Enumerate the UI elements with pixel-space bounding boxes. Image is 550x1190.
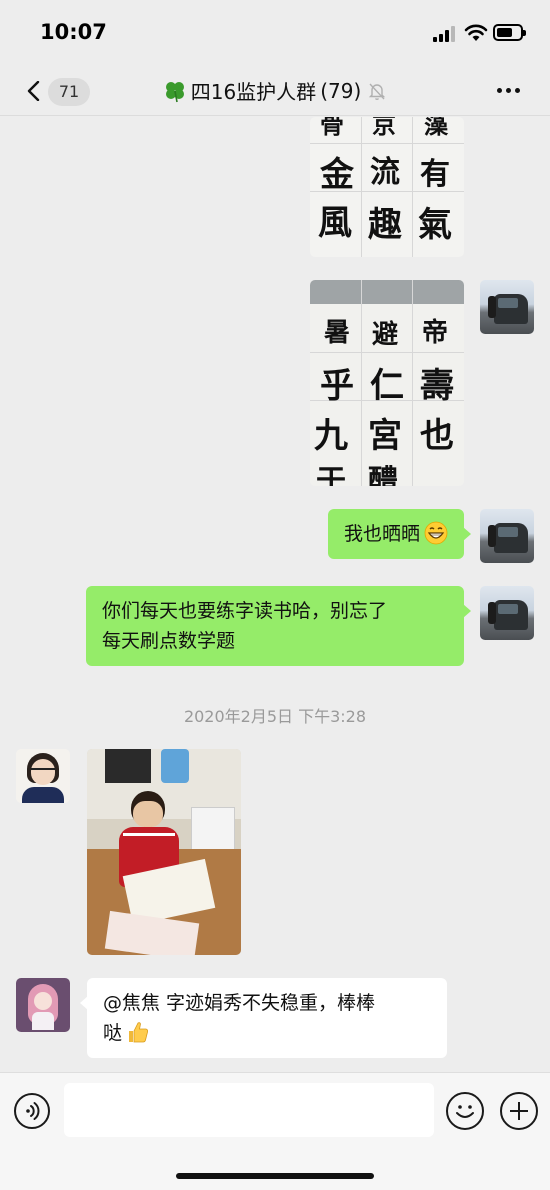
chat-title[interactable]: 四16监护人群 (79) [0, 76, 550, 105]
home-indicator[interactable] [176, 1173, 374, 1179]
calligraphy-char: 醴 [368, 464, 398, 486]
more-dot-icon [505, 87, 511, 93]
my-avatar[interactable] [480, 509, 534, 563]
calligraphy-char: 宮 [368, 416, 402, 456]
calligraphy-char: 乎 [320, 366, 354, 406]
text-message-bubble[interactable]: 我也晒晒 [327, 509, 472, 559]
battery-icon [493, 24, 526, 41]
sender-avatar-member[interactable] [16, 978, 70, 1032]
text-message-bubble[interactable]: @焦焦 字迹娟秀不失稳重，棒棒 哒 [80, 978, 447, 1058]
calligraphy-char: 于 [316, 464, 346, 486]
image-message-child-writing[interactable] [87, 749, 241, 955]
message-timestamp: 2020年2月5日 下午3:28 [183, 707, 367, 726]
nav-bar: 71 四16监护人群 (79) [0, 64, 550, 116]
input-bar [0, 1072, 550, 1190]
image-message-calligraphy-2[interactable]: 暑 避 帝 乎 仁 壽 九 宮 也 于 醴 [310, 280, 464, 486]
grinning-face-emoji-icon [424, 521, 448, 545]
calligraphy-char: 藻 [424, 117, 448, 139]
more-dot-icon [514, 87, 520, 93]
emoji-picker-button[interactable] [446, 1092, 484, 1130]
calligraphy-char: 避 [372, 320, 399, 350]
calligraphy-char: 九 [314, 416, 348, 456]
my-avatar[interactable] [480, 280, 534, 334]
status-time: 10:07 [40, 20, 107, 44]
member-count: (79) [320, 78, 362, 103]
message-text-line: 哒 [103, 1022, 123, 1044]
message-text: 我也晒晒 [343, 523, 420, 545]
photo-background [310, 280, 464, 304]
more-functions-button[interactable] [500, 1092, 538, 1130]
chat-message-list[interactable]: 骨 京 藻 金 流 有 風 趣 氣 暑 避 帝 乎 仁 壽 九 宮 也 于 醴 … [0, 117, 550, 1072]
message-text-line: 每天刷点数学题 [102, 630, 236, 652]
more-dot-icon [496, 87, 502, 93]
calligraphy-char: 也 [420, 416, 454, 456]
calligraphy-char: 壽 [420, 366, 454, 406]
calligraphy-char: 仁 [370, 366, 404, 406]
calligraphy-char: 骨 [320, 117, 344, 139]
calligraphy-char: 氣 [418, 205, 452, 245]
image-message-calligraphy-1[interactable]: 骨 京 藻 金 流 有 風 趣 氣 [310, 117, 464, 257]
more-options-button[interactable] [488, 76, 528, 104]
calligraphy-char: 京 [372, 117, 396, 139]
battery-level [497, 28, 512, 37]
calligraphy-char: 風 [318, 203, 352, 243]
voice-icon [26, 1102, 40, 1120]
sender-avatar-teacher[interactable] [16, 749, 70, 803]
calligraphy-char: 流 [370, 155, 400, 190]
thumbs-up-emoji-icon [129, 1022, 149, 1043]
smiley-icon [456, 1105, 474, 1118]
mute-bell-icon [369, 83, 386, 100]
calligraphy-char: 有 [420, 157, 450, 192]
calligraphy-char: 暑 [324, 318, 351, 348]
message-text-line: @焦焦 字迹娟秀不失稳重，棒棒 [103, 992, 376, 1014]
calligraphy-char: 帝 [422, 318, 449, 348]
message-input[interactable] [64, 1083, 434, 1137]
calligraphy-char: 金 [320, 155, 354, 195]
voice-input-button[interactable] [14, 1093, 50, 1129]
message-text-line: 你们每天也要练字读书哈，别忘了 [102, 600, 388, 622]
my-avatar[interactable] [480, 586, 534, 640]
calligraphy-char: 趣 [368, 205, 402, 245]
chat-title-text: 四16监护人群 [190, 80, 317, 104]
text-message-bubble[interactable]: 你们每天也要练字读书哈，别忘了 每天刷点数学题 [86, 586, 471, 666]
cellular-signal-icon [433, 26, 459, 42]
status-bar: 10:07 [0, 0, 550, 64]
four-leaf-clover-icon [165, 81, 184, 102]
wifi-icon [464, 24, 488, 41]
